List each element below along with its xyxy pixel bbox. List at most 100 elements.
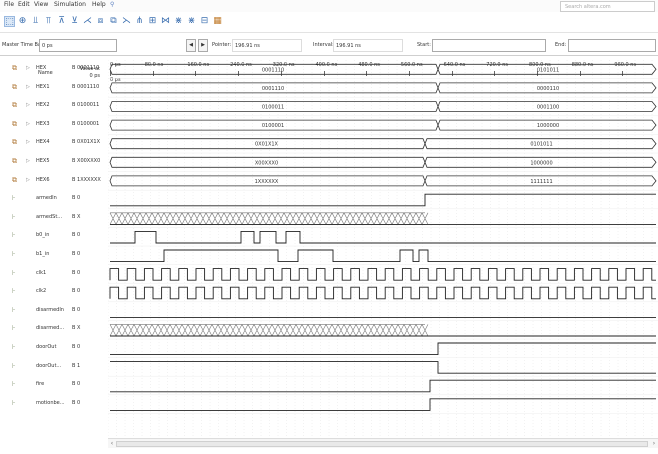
input-pin-icon: ⊦ — [12, 287, 16, 296]
next-transition-button[interactable]: ▶ — [198, 39, 208, 52]
generate-icon[interactable]: ⊟ — [199, 16, 210, 27]
end-field[interactable] — [568, 39, 656, 52]
waveform-icon-3[interactable]: ⊼ — [56, 16, 67, 27]
help-tool-icon[interactable]: ⚲ — [110, 1, 114, 8]
signal-row[interactable]: ⧉ ▷ HEX5 B X00XXX0 — [0, 153, 108, 169]
bus-value-label: 0101011 — [530, 142, 552, 148]
signal-value: B 1 — [72, 362, 81, 369]
signal-waveform — [110, 379, 656, 393]
input-pin-icon: ⊦ — [12, 212, 16, 221]
interval-label: Interval: — [313, 42, 334, 48]
count-value-icon[interactable]: ⋌ — [82, 16, 93, 27]
prev-transition-button[interactable]: ◀ — [186, 39, 196, 52]
master-time-field[interactable]: 0 ps — [39, 39, 117, 52]
expand-icon[interactable]: ▷ — [26, 138, 34, 146]
scroll-left-arrow-icon[interactable]: ‹ — [108, 439, 116, 449]
signal-row[interactable]: ⧉ ▷ HEX B 0001110 — [0, 60, 108, 76]
signal-name: HEX4 — [36, 139, 50, 146]
input-pin-icon: ⊦ — [12, 398, 16, 407]
bus-value-label: 0X01X1X — [255, 142, 279, 148]
expand-icon[interactable]: ▷ — [26, 101, 34, 109]
input-pin-icon: ⊦ — [12, 361, 16, 370]
signal-row[interactable]: ⊦ disarmed... B X — [0, 320, 108, 336]
signal-row[interactable]: ⊦ armedSt... B X — [0, 209, 108, 225]
waveform-canvas[interactable]: 0001110 0101011 0001110 0000110 0100011 00011… — [108, 60, 658, 438]
input-pin-icon: ⊦ — [12, 305, 16, 314]
waveform-icon-4[interactable]: ⊻ — [69, 16, 80, 27]
netlist-icon[interactable]: ▦ — [212, 16, 223, 27]
waveform-icon-1[interactable]: ⫫ — [30, 16, 41, 27]
bus-value-label: 1111111 — [530, 179, 552, 185]
run-functional-icon[interactable]: ⋇ — [173, 16, 184, 27]
bus-value-label: 0001110 — [262, 86, 284, 92]
signal-name: armedSt... — [36, 213, 63, 220]
signal-name: motionbe... — [36, 399, 65, 406]
signal-row[interactable]: ⧉ ▷ HEX6 B 1XXXXXX — [0, 172, 108, 188]
bus-waveform — [109, 175, 657, 187]
pointer-label: Pointer: — [212, 42, 232, 48]
expand-icon[interactable]: ▷ — [26, 176, 34, 184]
pointer-value: 196.91 ns — [232, 39, 302, 52]
signal-value: B 0100011 — [72, 102, 100, 109]
bus-signal-icon: ⧉ — [12, 175, 17, 184]
clock-icon[interactable]: ⧈ — [95, 16, 106, 27]
time-bar: Master Time Bar: 0 ps ◀ ▶ Pointer: 196.9… — [0, 36, 658, 56]
bus-value-label: 0000110 — [537, 86, 559, 92]
signal-value: B 0001110 — [72, 65, 100, 71]
bus-value-label: 0101011 — [537, 67, 559, 73]
signal-row[interactable]: ⊦ disarmedIn B 0 — [0, 302, 108, 318]
signal-row[interactable]: ⊦ fire B 0 — [0, 376, 108, 392]
menu-view[interactable]: View — [34, 1, 48, 8]
clock-waveform — [109, 286, 656, 300]
signal-row[interactable]: ⊦ motionbe... B 0 — [0, 395, 108, 411]
snap-icon[interactable]: ⋈ — [160, 16, 171, 27]
signal-row[interactable]: ⊦ b0_in B 0 — [0, 227, 108, 243]
signal-row[interactable]: ⊦ doorOut... B 1 — [0, 358, 108, 374]
menu-edit[interactable]: Edit — [18, 1, 30, 8]
zoom-icon[interactable]: ⊕ — [17, 16, 28, 27]
start-field[interactable] — [432, 39, 546, 52]
signal-row[interactable]: ⊦ armedIn B 0 — [0, 190, 108, 206]
signal-name: disarmedIn — [36, 306, 64, 313]
signal-name: HEX1 — [36, 83, 50, 90]
bus-value-label: 1000000 — [537, 123, 559, 129]
bus-waveform — [109, 156, 657, 168]
horizontal-scrollbar[interactable]: ‹ › — [108, 438, 658, 448]
run-timing-icon[interactable]: ⋇ — [186, 16, 197, 27]
scroll-right-arrow-icon[interactable]: › — [650, 439, 658, 449]
signal-name: HEX6 — [36, 176, 50, 183]
random-icon[interactable]: ⋋ — [121, 16, 132, 27]
expand-icon[interactable]: ▷ — [26, 64, 34, 72]
signal-row[interactable]: ⊦ clk2 B 0 — [0, 283, 108, 299]
bus-waveform — [109, 63, 657, 75]
scroll-thumb[interactable] — [116, 441, 648, 447]
signal-name: b0_in — [36, 232, 50, 239]
signal-name: clk1 — [36, 269, 47, 276]
signal-row[interactable]: ⊦ clk1 B 0 — [0, 265, 108, 281]
signal-row[interactable]: ⧉ ▷ HEX2 B 0100011 — [0, 97, 108, 113]
signal-value: B 0 — [72, 381, 81, 388]
invert-icon[interactable]: ⧉ — [108, 16, 119, 27]
menu-simulation[interactable]: Simulation — [54, 1, 86, 8]
expand-icon[interactable]: ▷ — [26, 83, 34, 91]
signal-value: B X00XXX0 — [72, 158, 101, 164]
signal-row[interactable]: ⧉ ▷ HEX3 B 0100001 — [0, 116, 108, 132]
signal-row[interactable]: ⧉ ▷ HEX1 B 0001110 — [0, 79, 108, 95]
overwrite-icon[interactable]: ⋔ — [134, 16, 145, 27]
expand-icon[interactable]: ▷ — [26, 157, 34, 165]
menu-help[interactable]: Help — [92, 1, 106, 8]
signal-name: HEX3 — [36, 120, 50, 127]
search-input[interactable]: Search altera.com — [560, 1, 655, 12]
bus-value-label: 0100001 — [262, 123, 284, 129]
expand-icon[interactable]: ▷ — [26, 120, 34, 128]
signal-row[interactable]: ⧉ ▷ HEX4 B 0X01X1X — [0, 134, 108, 150]
waveform-icon-2[interactable]: ⫪ — [43, 16, 54, 27]
signal-value: B 0 — [72, 269, 81, 276]
select-icon[interactable]: ⬚ — [4, 16, 15, 27]
bus-signal-icon: ⧉ — [12, 101, 17, 110]
grid-icon[interactable]: ⊞ — [147, 16, 158, 27]
signal-row[interactable]: ⊦ doorOut B 0 — [0, 339, 108, 355]
bus-waveform — [109, 82, 657, 94]
signal-row[interactable]: ⊦ b1_in B 0 — [0, 246, 108, 262]
menu-file[interactable]: File — [4, 1, 14, 8]
